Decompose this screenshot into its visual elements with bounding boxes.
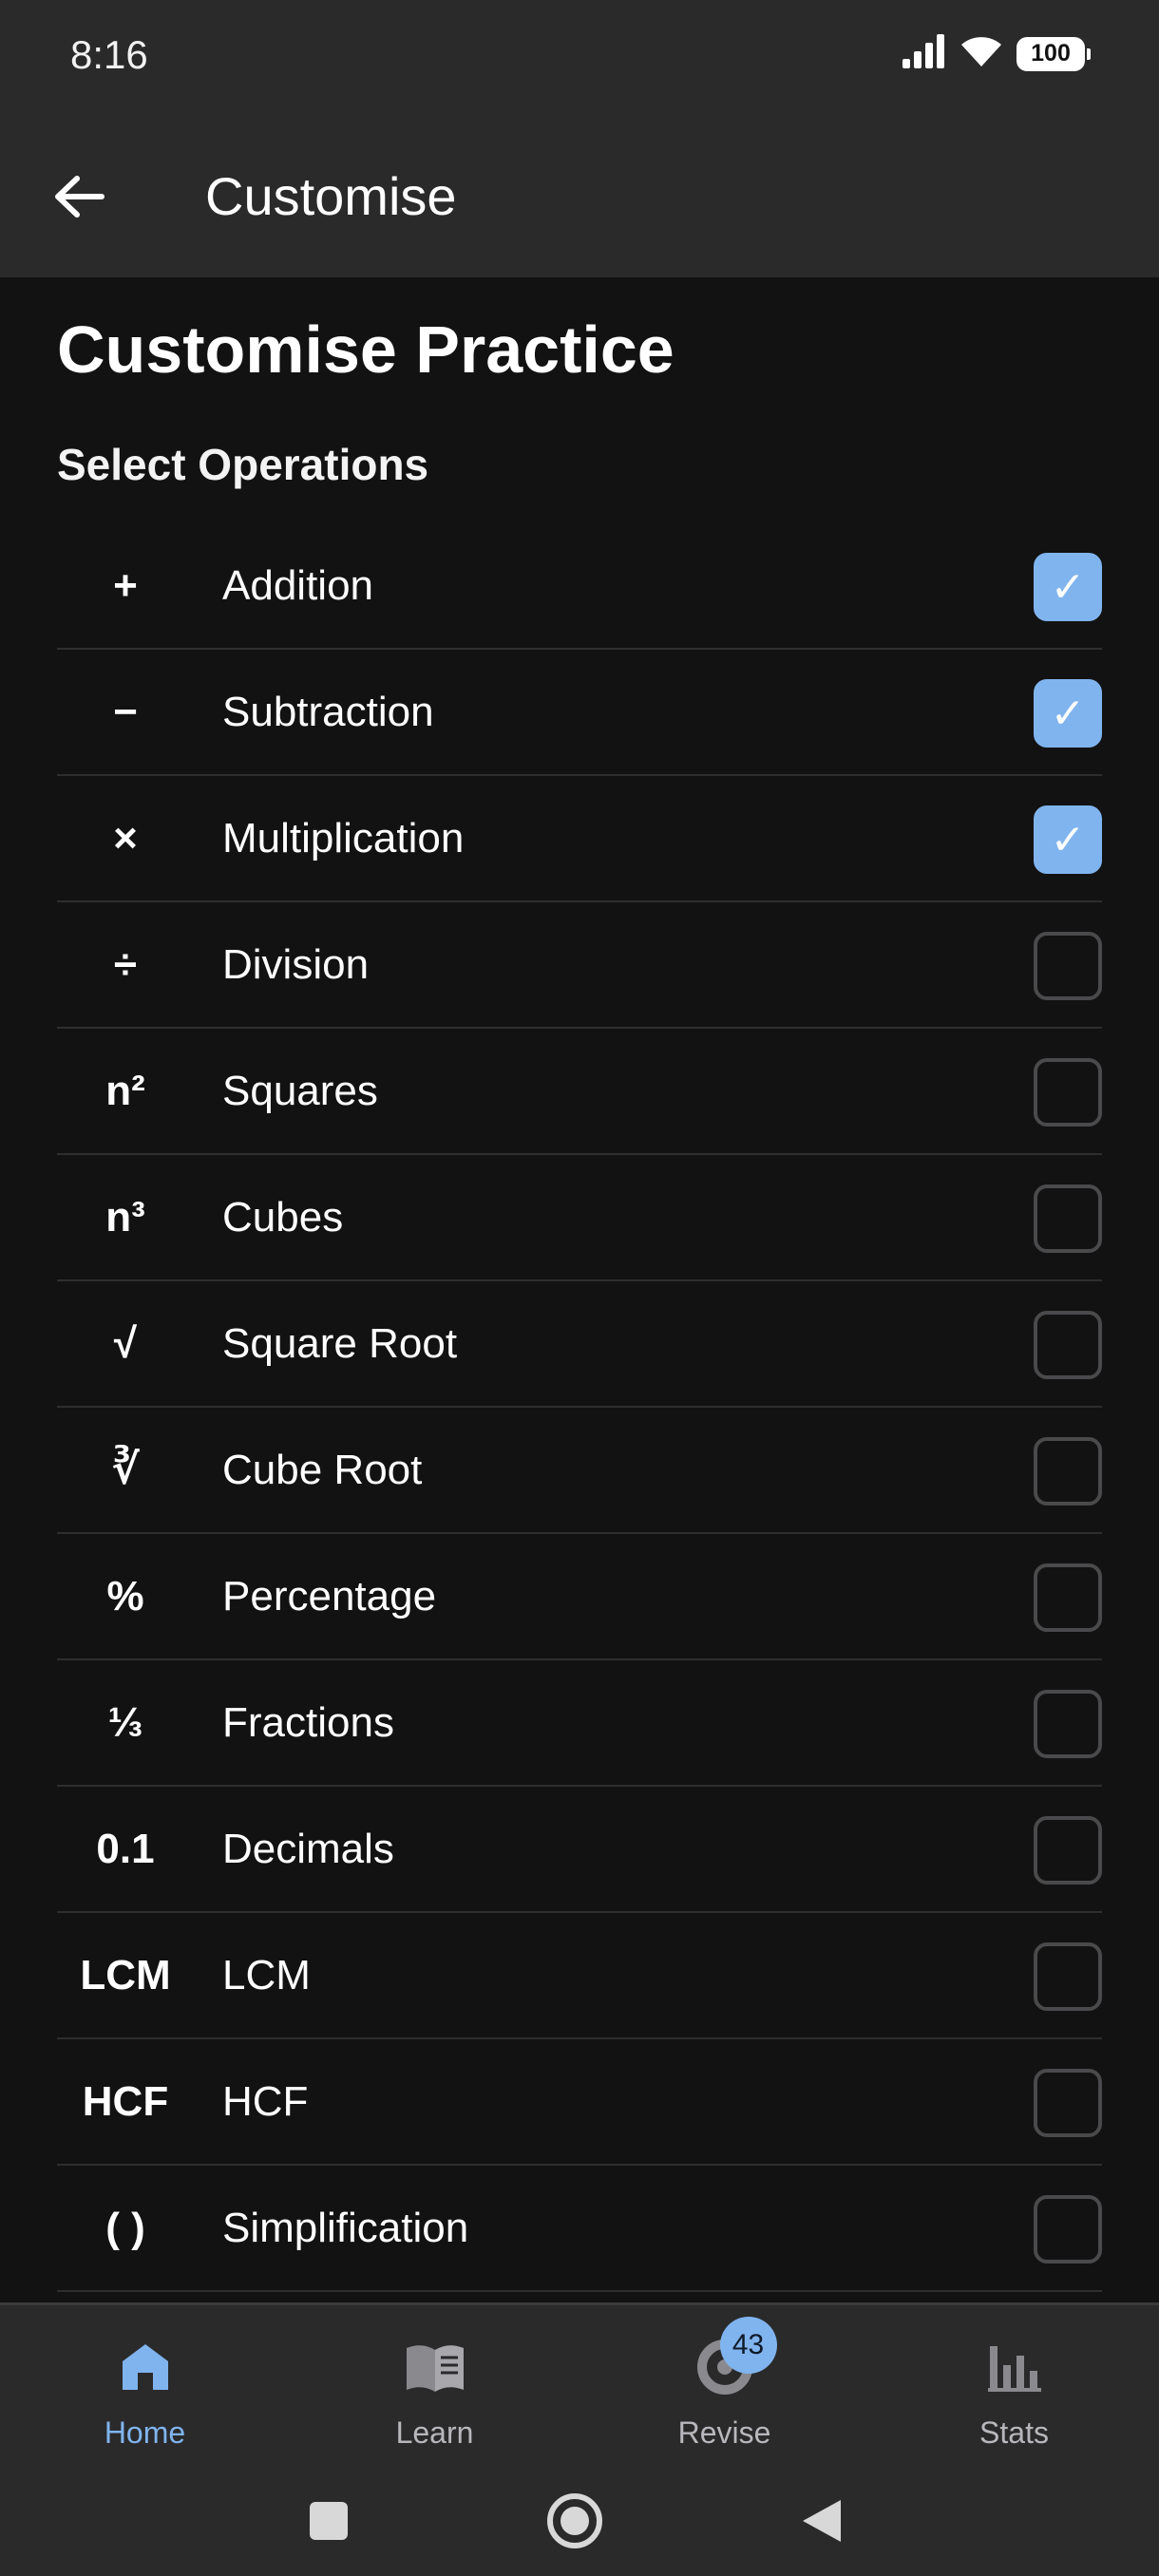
- operation-label: Multiplication: [222, 814, 465, 862]
- content: Customise Practice Select Operations + A…: [0, 277, 1159, 2302]
- operation-label: Cube Root: [222, 1446, 423, 1493]
- page-title: Customise Practice: [57, 313, 674, 387]
- operation-symbol: √: [113, 1319, 138, 1367]
- nav-item-home[interactable]: Home: [0, 2305, 290, 2472]
- operation-row-hcf[interactable]: HCF HCF ✓: [57, 2039, 1102, 2166]
- operation-label: LCM: [222, 1951, 311, 1998]
- operation-symbol: +: [113, 561, 138, 609]
- operation-row-subtraction[interactable]: − Subtraction ✓: [57, 650, 1102, 776]
- checkbox[interactable]: ✓: [1034, 1942, 1102, 2011]
- operation-row-cubes[interactable]: n³ Cubes ✓: [57, 1155, 1102, 1281]
- section-title: Select Operations: [57, 440, 429, 489]
- operation-row-squares[interactable]: n² Squares ✓: [57, 1029, 1102, 1155]
- operation-label: Simplification: [222, 2204, 469, 2251]
- operation-label: Decimals: [222, 1825, 394, 1872]
- operation-row-fractions[interactable]: ⅓ Fractions ✓: [57, 1660, 1102, 1787]
- operation-row-addition[interactable]: + Addition ✓: [57, 523, 1102, 650]
- operation-label: Cubes: [222, 1193, 344, 1241]
- operation-row-decimals[interactable]: 0.1 Decimals ✓: [57, 1787, 1102, 1913]
- home-icon: [112, 2334, 179, 2400]
- checkbox[interactable]: ✓: [1034, 1184, 1102, 1253]
- status-bar: 8:16 100: [0, 0, 1159, 112]
- operation-symbol: ( ): [105, 2204, 145, 2251]
- square-icon: [310, 2502, 348, 2540]
- operation-label: Fractions: [222, 1698, 394, 1746]
- checkbox[interactable]: ✓: [1034, 1690, 1102, 1758]
- nav-item-revise[interactable]: 43 Revise: [580, 2305, 869, 2472]
- app-bar-title: Customise: [205, 166, 457, 226]
- operation-symbol: −: [113, 688, 138, 735]
- checkbox[interactable]: ✓: [1034, 1563, 1102, 1632]
- battery-level: 100: [1031, 40, 1071, 66]
- nav-item-learn[interactable]: Learn: [290, 2305, 580, 2472]
- operation-symbol: ×: [113, 814, 138, 862]
- checkbox[interactable]: ✓: [1034, 2069, 1102, 2137]
- checkbox[interactable]: ✓: [1034, 679, 1102, 748]
- operation-row-lcm[interactable]: LCM LCM ✓: [57, 1913, 1102, 2039]
- back-button[interactable]: [44, 161, 114, 232]
- operation-symbol: HCF: [82, 2077, 169, 2125]
- operation-label: Percentage: [222, 1572, 437, 1619]
- app-bar: Customise: [0, 112, 1159, 277]
- operation-symbol: %: [106, 1572, 144, 1619]
- check-icon: ✓: [1050, 690, 1086, 737]
- operations-list: + Addition ✓ − Subtraction ✓ × Multiplic…: [57, 523, 1102, 2292]
- checkbox[interactable]: ✓: [1034, 1311, 1102, 1379]
- operation-label: Squares: [222, 1067, 378, 1114]
- bottom-navigation: Home Learn 43 Revise Stats: [0, 2302, 1159, 2576]
- home-system-button[interactable]: [542, 2488, 608, 2554]
- operation-row-percentage[interactable]: % Percentage ✓: [57, 1534, 1102, 1660]
- operation-row-simplification[interactable]: ( ) Simplification ✓: [57, 2166, 1102, 2292]
- check-icon: ✓: [1050, 816, 1086, 863]
- operation-label: Subtraction: [222, 688, 434, 735]
- checkbox[interactable]: ✓: [1034, 2195, 1102, 2263]
- status-time: 8:16: [70, 32, 148, 77]
- checkbox[interactable]: ✓: [1034, 1058, 1102, 1127]
- revise-badge: 43: [719, 2317, 777, 2374]
- checkbox[interactable]: ✓: [1034, 553, 1102, 621]
- operation-symbol: n³: [105, 1193, 145, 1241]
- back-system-button[interactable]: [788, 2488, 855, 2554]
- checkbox[interactable]: ✓: [1034, 1816, 1102, 1885]
- nav-label: Home: [104, 2415, 186, 2450]
- nav-label: Stats: [979, 2415, 1049, 2450]
- battery-icon: 100: [1016, 36, 1091, 71]
- operation-row-square-root[interactable]: √ Square Root ✓: [57, 1281, 1102, 1408]
- signal-icon: [902, 34, 946, 73]
- system-navigation: [0, 2472, 1159, 2576]
- operation-symbol: ⅓: [107, 1698, 143, 1746]
- operation-label: HCF: [222, 2077, 309, 2125]
- wifi-icon: [960, 34, 1003, 73]
- triangle-left-icon: [803, 2500, 841, 2542]
- operation-label: Addition: [222, 561, 374, 609]
- nav-label: Learn: [395, 2415, 474, 2450]
- status-icons: 100: [902, 34, 1091, 73]
- operation-row-division[interactable]: ÷ Division ✓: [57, 902, 1102, 1029]
- revise-icon: 43: [692, 2317, 777, 2400]
- operation-symbol: n²: [105, 1067, 145, 1114]
- checkbox[interactable]: ✓: [1034, 1437, 1102, 1506]
- operation-symbol: LCM: [80, 1951, 171, 1998]
- operation-symbol: ÷: [113, 940, 138, 988]
- checkbox[interactable]: ✓: [1034, 932, 1102, 1000]
- operation-row-multiplication[interactable]: × Multiplication ✓: [57, 776, 1102, 902]
- nav-label: Revise: [677, 2415, 771, 2450]
- operation-symbol: 0.1: [96, 1825, 155, 1872]
- operation-symbol: ∛: [111, 1447, 140, 1493]
- book-icon: [402, 2334, 468, 2400]
- operation-label: Division: [222, 940, 370, 988]
- arrow-left-icon: [55, 176, 104, 218]
- check-icon: ✓: [1050, 563, 1086, 611]
- operation-label: Square Root: [222, 1319, 458, 1367]
- checkbox[interactable]: ✓: [1034, 805, 1102, 874]
- circle-icon: [547, 2493, 602, 2548]
- operation-row-cube-root[interactable]: ∛ Cube Root ✓: [57, 1408, 1102, 1534]
- nav-item-stats[interactable]: Stats: [869, 2305, 1159, 2472]
- stats-icon: [981, 2334, 1048, 2400]
- recents-button[interactable]: [295, 2488, 362, 2554]
